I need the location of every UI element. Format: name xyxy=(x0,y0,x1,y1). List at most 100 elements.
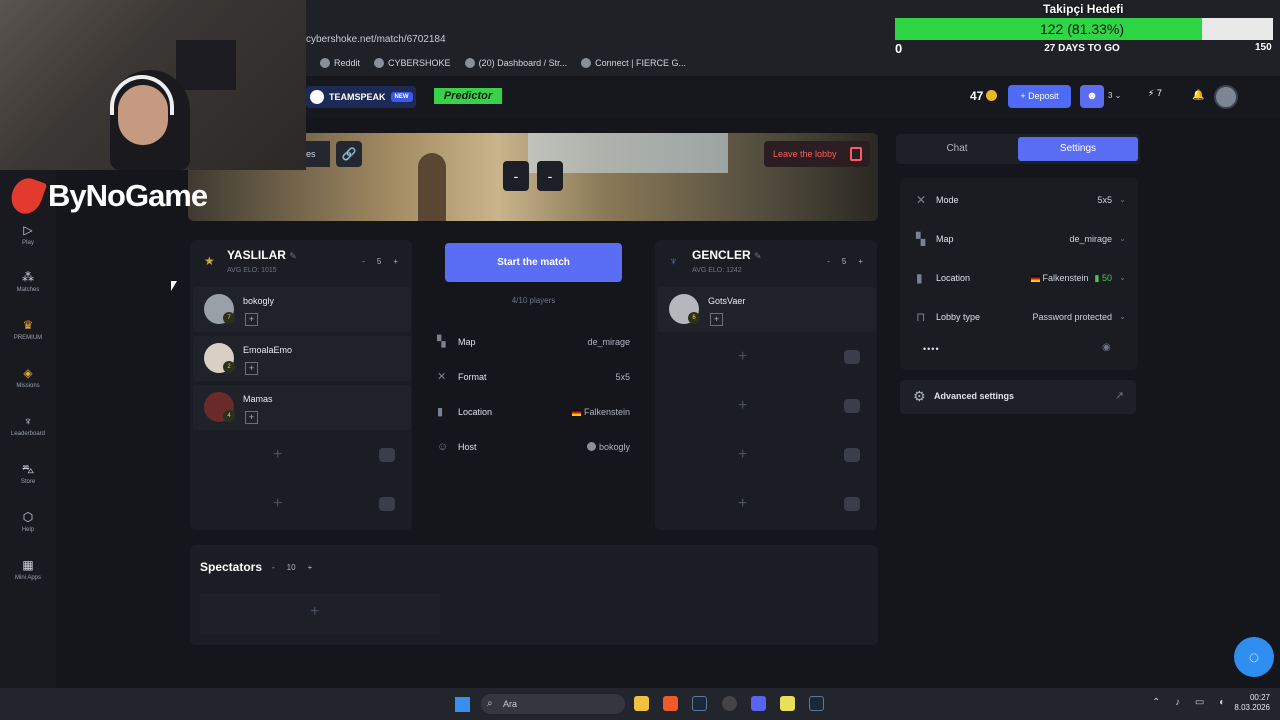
plus-icon: + xyxy=(738,446,748,463)
add-friend-button[interactable]: + xyxy=(710,313,723,326)
spectator-slot[interactable]: + xyxy=(200,593,440,635)
friends-count[interactable]: 3 ⌄ xyxy=(1108,91,1121,100)
steam-2-icon[interactable] xyxy=(809,696,824,711)
bookmark-cybershoke[interactable]: CYBERSHOKE xyxy=(374,58,451,68)
predictor-button[interactable]: Predictor xyxy=(434,88,502,104)
start-match-button[interactable]: Start the match xyxy=(445,243,622,282)
setting-mode[interactable]: ✕ Mode 5x5 ⌄ xyxy=(916,190,1126,210)
brand-name: ByNoGame xyxy=(48,178,208,213)
empty-slot[interactable]: + xyxy=(193,483,411,528)
address-bar[interactable]: cybershoke.net/match/6702184 xyxy=(300,30,890,50)
empty-slot[interactable]: + xyxy=(658,385,876,430)
sidebar-item-missions[interactable]: ◈ Missions xyxy=(0,366,56,389)
support-chat-button[interactable]: ◌ xyxy=(1234,637,1274,677)
link-icon[interactable]: 🔗 xyxy=(336,141,362,167)
add-friend-button[interactable]: + xyxy=(245,411,258,424)
steam-icon[interactable] xyxy=(692,696,707,711)
bot-icon[interactable] xyxy=(844,497,860,511)
password-field[interactable]: •••• xyxy=(923,344,940,354)
sidebar-item-help[interactable]: ⬡ Help xyxy=(0,510,56,533)
info-row-host: ☺ Host bokogly xyxy=(437,440,630,456)
invites-button[interactable]: es xyxy=(306,141,330,167)
empty-slot[interactable]: + xyxy=(658,483,876,528)
edit-icon[interactable]: ✎ xyxy=(289,251,297,261)
friends-button[interactable]: ☻ xyxy=(1080,85,1104,108)
team-name[interactable]: GENCLER ✎ xyxy=(692,248,762,262)
decrement-button[interactable]: - xyxy=(362,257,365,266)
sidebar-item-store[interactable]: ⛍ Store xyxy=(0,462,56,485)
notes-icon[interactable] xyxy=(780,696,795,711)
setting-location[interactable]: ▮ Location Falkenstein ▮ 50 ⌄ xyxy=(916,268,1126,288)
bot-icon[interactable] xyxy=(379,497,395,511)
teamspeak-label: TEAMSPEAK xyxy=(329,92,386,102)
advanced-settings-button[interactable]: ⚙ Advanced settings ↗ xyxy=(900,380,1136,414)
setting-map[interactable]: ▚ Map de_mirage ⌄ xyxy=(916,229,1126,249)
setting-value-text: Falkenstein xyxy=(1042,273,1089,283)
spectators-stepper: - 10 + xyxy=(272,563,312,572)
sidebar-item-matches[interactable]: ⁂ Matches xyxy=(0,270,56,293)
bot-icon[interactable] xyxy=(844,448,860,462)
avatar[interactable] xyxy=(1214,85,1238,109)
bot-icon[interactable] xyxy=(844,399,860,413)
sidebar-item-leaderboard[interactable]: ♆ Leaderboard xyxy=(0,414,56,437)
sidebar-item-premium[interactable]: ♛ PREMIUM xyxy=(0,318,56,341)
player-name[interactable]: bokogly xyxy=(243,296,274,306)
team-size-value: 5 xyxy=(841,257,847,266)
windows-start-icon[interactable] xyxy=(455,697,470,712)
teamspeak-icon xyxy=(310,90,324,104)
player-name[interactable]: Mamas xyxy=(243,394,273,404)
team-size-stepper: - 5 + xyxy=(827,257,863,266)
bookmark-reddit[interactable]: Reddit xyxy=(320,58,360,68)
increment-button[interactable]: + xyxy=(308,563,313,572)
deposit-button[interactable]: + Deposit xyxy=(1008,85,1071,108)
level-badge: 2 xyxy=(223,361,235,373)
team-name[interactable]: YASLILAR ✎ xyxy=(227,248,297,262)
player-slot[interactable]: 6 GotsVaer + xyxy=(658,287,876,332)
empty-slot[interactable]: + xyxy=(193,434,411,479)
leave-lobby-button[interactable]: Leave the lobby xyxy=(764,141,870,167)
add-friend-button[interactable]: + xyxy=(245,313,258,326)
file-explorer-icon[interactable] xyxy=(634,696,649,711)
bookmark-dashboard[interactable]: (20) Dashboard / Str... xyxy=(464,58,567,68)
sidebar-item-mini-apps[interactable]: ▦ Mini Apps xyxy=(0,558,56,581)
add-friend-button[interactable]: + xyxy=(245,362,258,375)
level-badge[interactable]: ⚡ 7 xyxy=(1148,88,1162,99)
decrement-button[interactable]: - xyxy=(272,563,275,572)
team-panel-b: ♆ GENCLER ✎ AVG ELO: 1242 - 5 + 6 GotsVaer… xyxy=(655,240,877,530)
eye-icon[interactable]: ◉ xyxy=(1102,342,1111,353)
edit-icon[interactable]: ✎ xyxy=(754,251,762,261)
decrement-button[interactable]: - xyxy=(827,257,830,266)
clock-time: 00:27 xyxy=(1249,693,1270,702)
empty-slot[interactable]: + xyxy=(658,434,876,479)
obs-icon[interactable] xyxy=(722,696,737,711)
teamspeak-button[interactable]: TEAMSPEAK NEW xyxy=(306,86,416,108)
clock[interactable]: 00:27 8.03.2026 xyxy=(1220,693,1270,713)
brave-browser-icon[interactable] xyxy=(663,696,678,711)
player-slot[interactable]: 2 EmoalaEmo + xyxy=(193,336,411,381)
bookmark-connect[interactable]: Connect | FIERCE G... xyxy=(581,58,686,68)
player-name[interactable]: EmoalaEmo xyxy=(243,345,292,355)
bot-icon[interactable] xyxy=(844,350,860,364)
increment-button[interactable]: + xyxy=(393,257,398,266)
goal-days-left: 27 DAYS TO GO xyxy=(1044,43,1120,54)
player-slot[interactable]: 7 bokogly + xyxy=(193,287,411,332)
tab-chat[interactable]: Chat xyxy=(896,134,1018,164)
bot-icon[interactable] xyxy=(379,448,395,462)
player-name[interactable]: GotsVaer xyxy=(708,296,745,306)
plus-icon: + xyxy=(738,397,748,414)
play-icon: ▷ xyxy=(23,223,33,237)
team-name-text: YASLILAR xyxy=(227,248,286,262)
setting-value: Falkenstein ▮ 50 xyxy=(1030,273,1112,284)
webcam-overlay xyxy=(0,0,306,170)
team-size-value: 5 xyxy=(376,257,382,266)
player-slot[interactable]: 4 Mamas + xyxy=(193,385,411,430)
empty-slot[interactable]: + xyxy=(658,336,876,381)
taskbar-search[interactable]: ⌕ Ara xyxy=(481,694,625,714)
sidebar-item-play[interactable]: ▷ Play xyxy=(0,223,56,246)
increment-button[interactable]: + xyxy=(858,257,863,266)
setting-lobby-type[interactable]: ⊓ Lobby type Password protected ⌄ xyxy=(916,307,1126,327)
discord-icon[interactable] xyxy=(751,696,766,711)
tab-settings[interactable]: Settings xyxy=(1018,137,1138,161)
bell-icon[interactable]: 🔔 xyxy=(1192,90,1204,101)
level-badge: 4 xyxy=(223,410,235,422)
